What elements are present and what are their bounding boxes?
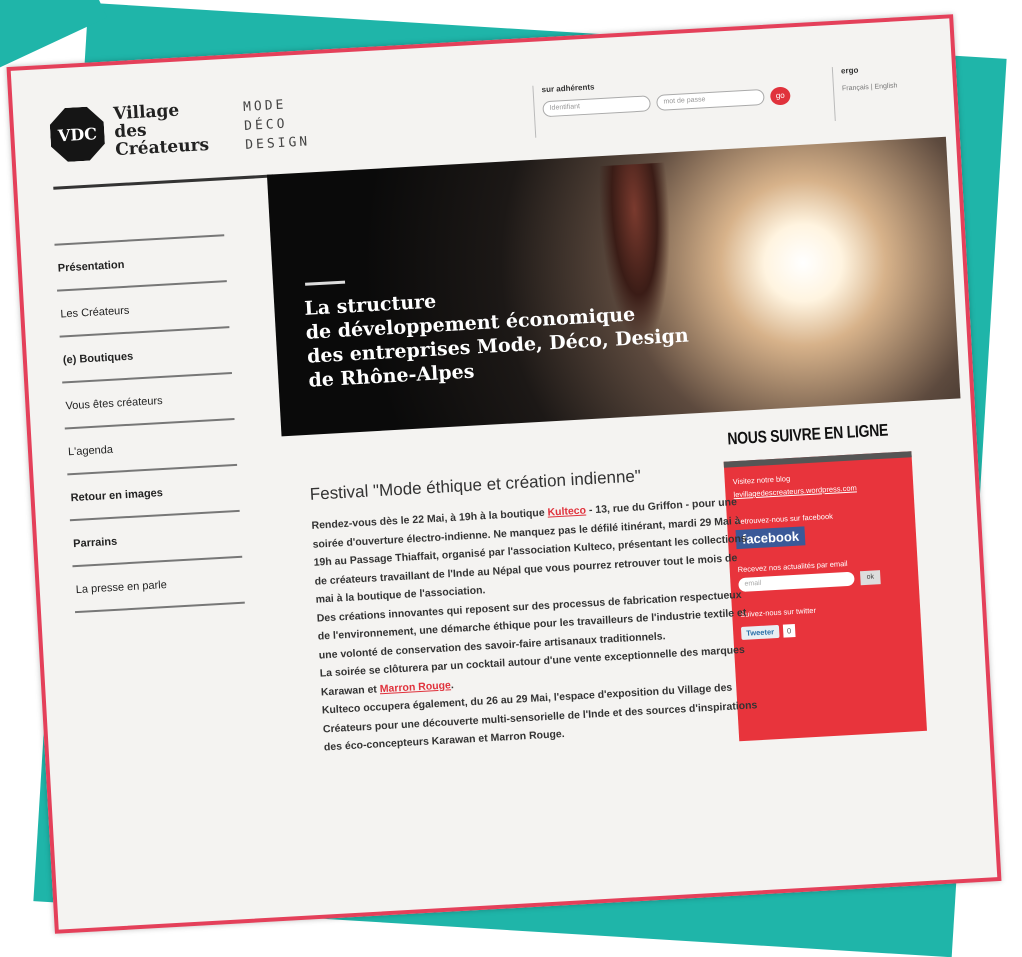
vdc-logo[interactable]: VDC	[49, 106, 106, 163]
hero-headline: La structure de développement économique…	[304, 276, 691, 393]
nav-item-presse[interactable]: La presse en parle	[72, 555, 245, 614]
language-options[interactable]: Français | English	[842, 79, 952, 92]
category-design[interactable]: DESIGN	[245, 132, 311, 155]
article: Festival "Mode éthique et création indie…	[309, 460, 764, 757]
brand-name[interactable]: Village des Créateurs	[113, 100, 210, 161]
article-text: .	[450, 678, 455, 691]
email-submit-button[interactable]: ok	[859, 570, 881, 586]
logo-text: VDC	[57, 123, 98, 145]
marron-rouge-link[interactable]: Marron Rouge	[379, 679, 451, 695]
kulteco-link[interactable]: Kulteco	[547, 504, 586, 518]
language-selector: ergo Français | English	[831, 60, 954, 121]
language-title: ergo	[840, 65, 859, 76]
facebook-label: Retrouvez-nous sur facebook	[734, 511, 834, 527]
username-input[interactable]: Identifiant	[542, 95, 651, 118]
website-screenshot-card: VDC Village des Créateurs MODE DÉCO DESI…	[6, 14, 1002, 934]
hero-banner: La structure de développement économique…	[266, 136, 961, 437]
tweet-count: 0	[782, 624, 796, 638]
header-divider	[53, 174, 274, 190]
category-list: MODE DÉCO DESIGN	[243, 94, 311, 155]
brand-line: Créateurs	[114, 134, 210, 161]
login-go-button[interactable]: go	[769, 86, 791, 106]
hero-dash	[305, 280, 346, 286]
follow-title: NOUS SUIVRE EN LIGNE	[726, 420, 889, 449]
member-login: sur adhérents Identifiant mot de passe g…	[532, 69, 834, 138]
sidebar-nav: Présentation Les Créateurs (e) Boutiques…	[54, 234, 245, 614]
password-input[interactable]: mot de passe	[656, 88, 765, 111]
twitter-label: Suivez-nous sur twitter	[739, 605, 817, 620]
